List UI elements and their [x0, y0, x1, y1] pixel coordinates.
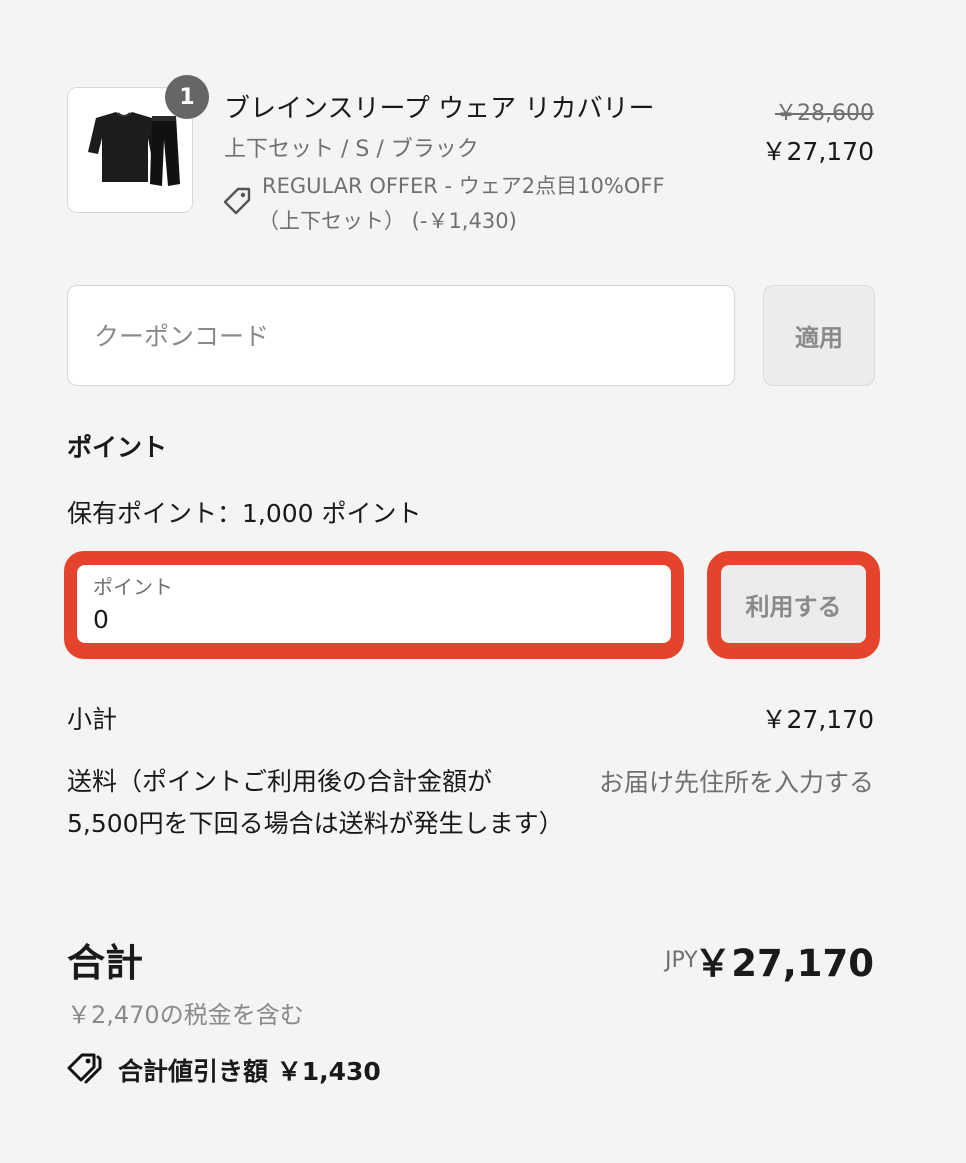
tag-icon	[223, 187, 251, 215]
points-input-value[interactable]: 0	[93, 605, 109, 634]
points-heading: ポイント	[67, 433, 168, 462]
total-discount: 合計値引き額 ￥1,430	[118, 1057, 381, 1086]
points-field-highlight[interactable]: ポイント 0	[64, 551, 684, 659]
use-points-button[interactable]: 利用する	[721, 565, 866, 643]
original-price: ￥28,600	[775, 101, 874, 126]
tax-note: ￥2,470の税金を含む	[67, 1001, 304, 1029]
product-variant: 上下セット / S / ブラック	[224, 137, 479, 162]
total-value: ￥27,170	[694, 942, 874, 985]
apply-coupon-button[interactable]: 適用	[763, 285, 875, 386]
tags-icon	[67, 1053, 102, 1084]
points-input[interactable]: ポイント 0	[77, 565, 671, 643]
offer-text: REGULAR OFFER - ウェア2点目10%OFF	[262, 174, 665, 198]
currency-code: JPY	[665, 948, 698, 973]
shipping-address-prompt: お届け先住所を入力する	[598, 768, 874, 797]
coupon-input[interactable]	[92, 286, 706, 387]
owned-points: 保有ポイント：1,000 ポイント	[67, 499, 422, 528]
subtotal-value: ￥27,170	[761, 705, 874, 734]
use-points-highlight[interactable]: 利用する	[707, 551, 880, 659]
product-title: ブレインスリープ ウェア リカバリー	[224, 94, 655, 124]
points-input-label: ポイント	[93, 575, 173, 599]
total-label: 合計	[67, 941, 144, 985]
sale-price: ￥27,170	[761, 137, 874, 166]
coupon-field[interactable]	[67, 285, 735, 387]
subtotal-label: 小計	[67, 705, 118, 734]
shipping-label: 送料（ポイントご利用後の合計金額が5,500円を下回る場合は送料が発生します）	[67, 767, 564, 838]
quantity-badge: 1	[165, 75, 209, 119]
offer-detail: （上下セット） (-￥1,430)	[258, 209, 517, 233]
